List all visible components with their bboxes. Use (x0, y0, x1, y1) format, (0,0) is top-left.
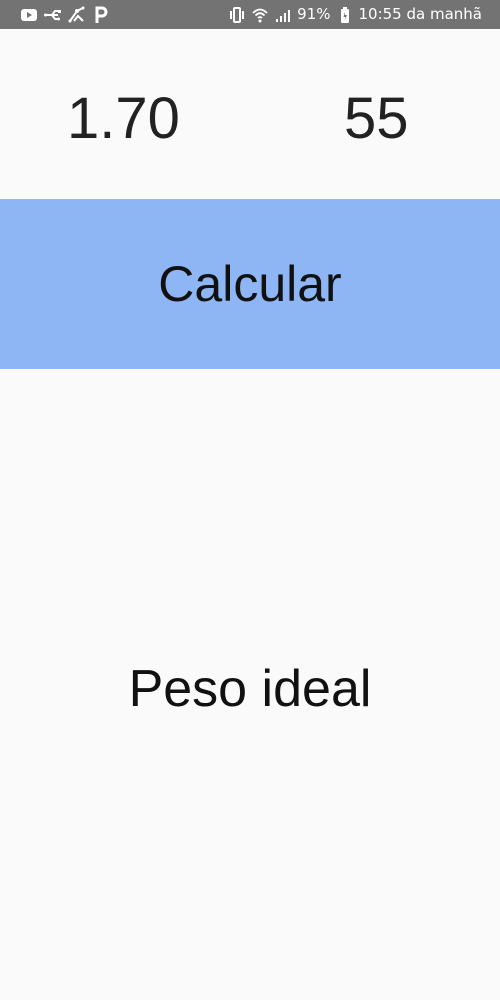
clock-time: 10:55 da manhã (358, 5, 483, 23)
youtube-icon (20, 6, 38, 24)
vibrate-icon (228, 6, 246, 24)
network-icon (68, 6, 86, 24)
wifi-icon (251, 6, 269, 24)
calculate-button[interactable]: Calcular (0, 199, 500, 369)
weight-value[interactable]: 55 (344, 84, 409, 154)
signal-icon (274, 6, 292, 24)
parking-icon (92, 6, 110, 24)
main-content: 1.70 55 Calcular Peso ideal (0, 29, 500, 1000)
battery-percent: 91% (297, 5, 331, 23)
height-value[interactable]: 1.70 (67, 84, 180, 154)
battery-icon (336, 6, 354, 24)
status-left-icons (20, 0, 110, 29)
measurements-row: 1.70 55 (0, 29, 500, 199)
usb-icon (44, 6, 62, 24)
ideal-weight-result: Peso ideal (128, 660, 372, 718)
status-bar: 91% 10:55 da manhã (0, 0, 500, 29)
status-right-icons: 91% 10:55 da manhã (228, 0, 482, 29)
